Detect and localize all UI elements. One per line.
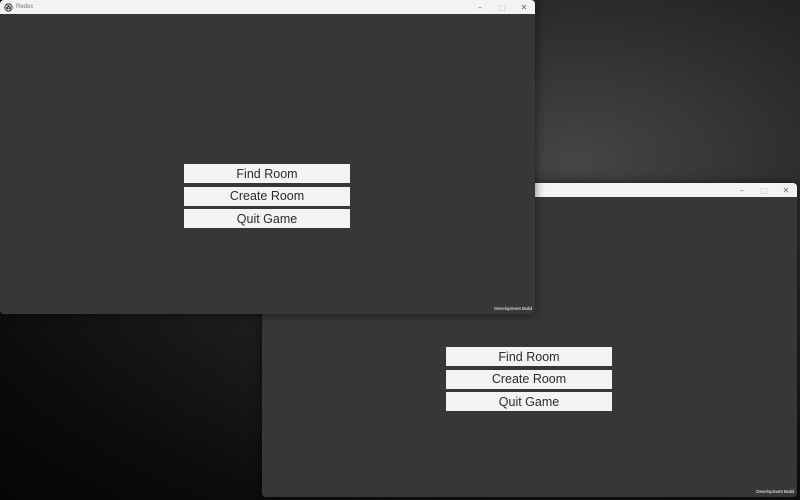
close-button[interactable]: ✕ [513, 0, 535, 14]
caption-buttons: – □ ✕ [731, 183, 797, 197]
find-room-button[interactable]: Find Room [184, 164, 350, 183]
development-build-label: Development Build [494, 306, 532, 311]
title-bar[interactable]: Redec – □ ✕ [0, 0, 535, 14]
maximize-button[interactable]: □ [753, 183, 775, 197]
main-menu: Find Room Create Room Quit Game [446, 347, 612, 415]
caption-buttons: – □ ✕ [469, 0, 535, 14]
minimize-button[interactable]: – [731, 183, 753, 197]
minimize-button[interactable]: – [469, 0, 491, 14]
create-room-button[interactable]: Create Room [184, 186, 350, 206]
find-room-button[interactable]: Find Room [446, 347, 612, 366]
quit-game-button[interactable]: Quit Game [184, 209, 350, 228]
development-build-label: Development Build [756, 489, 794, 494]
create-room-button[interactable]: Create Room [446, 369, 612, 389]
game-viewport: Find Room Create Room Quit Game Developm… [0, 14, 535, 314]
desktop-background: – □ ✕ Find Room Create Room Quit Game De… [0, 0, 800, 500]
game-window-primary[interactable]: Redec – □ ✕ Find Room Create Room Quit G… [0, 0, 535, 314]
unity-logo-icon [4, 2, 13, 12]
maximize-button[interactable]: □ [491, 0, 513, 14]
quit-game-button[interactable]: Quit Game [446, 392, 612, 411]
main-menu: Find Room Create Room Quit Game [184, 164, 350, 232]
window-title: Redec [16, 4, 34, 10]
close-button[interactable]: ✕ [775, 183, 797, 197]
